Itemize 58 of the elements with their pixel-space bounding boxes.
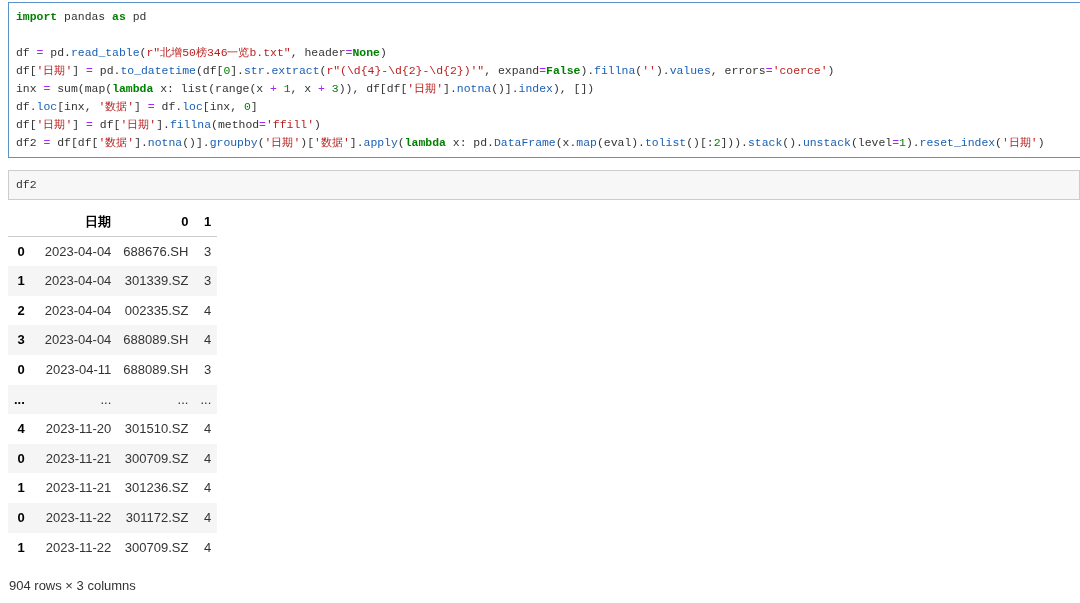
row-index: ...	[8, 384, 35, 415]
table-cell: 4	[194, 443, 218, 474]
column-header: 0	[117, 207, 195, 237]
code-line: inx = sum(map(lambda x: list(range(x + 1, x + 3)), df[df['日期'].notna()].index), [])	[16, 81, 595, 97]
table-cell: 4	[194, 473, 218, 503]
table-cell: ...	[34, 384, 118, 415]
row-index: 0	[8, 502, 35, 533]
table-cell: 4	[194, 502, 218, 533]
table-cell: ...	[117, 384, 195, 415]
code-line: df.loc[inx, '数据'] = df.loc[inx, 0]	[16, 99, 258, 115]
code-line: import pandas as pd	[16, 9, 147, 25]
row-index: 1	[8, 473, 35, 503]
table-cell: 2023-04-04	[34, 236, 118, 267]
table-cell: 301236.SZ	[117, 473, 195, 503]
code-line: df = pd.read_table(r"北增50榜346一览b.txt", header=None)	[16, 45, 387, 61]
table-cell: 300709.SZ	[117, 532, 195, 563]
table-cell: 4	[194, 325, 218, 355]
table-cell: 2023-11-20	[34, 414, 118, 444]
code-line: df['日期'] = pd.to_datetime(df[0].str.extract(r"(\d{4}-\d{2}-\d{2})'", expand=False).fillna('').values, errors='coerce')	[16, 63, 835, 79]
table-cell: 2023-11-22	[34, 502, 118, 533]
table-cell: 688089.SH	[117, 354, 195, 385]
table-shape-text: 904 rows × 3 columns	[9, 577, 137, 596]
row-index: 0	[8, 443, 35, 474]
code-cell[interactable]: df2	[8, 170, 1080, 200]
row-index: 2	[8, 295, 35, 326]
table-cell: 301510.SZ	[117, 414, 195, 444]
code-line: df['日期'] = df['日期'].fillna(method='ffill')	[16, 117, 321, 133]
table-cell: 2023-11-22	[34, 532, 118, 563]
table-cell: 2023-04-11	[34, 354, 118, 385]
table-cell: 301172.SZ	[117, 502, 195, 533]
row-index: 3	[8, 325, 35, 355]
table-cell: 3	[194, 266, 218, 296]
table-cell: 688676.SH	[117, 236, 195, 267]
table-cell: 300709.SZ	[117, 443, 195, 474]
table-cell: 2023-11-21	[34, 473, 118, 503]
table-cell: 4	[194, 532, 218, 563]
table-cell: 688089.SH	[117, 325, 195, 355]
code-cell[interactable]	[8, 2, 1080, 158]
row-index: 1	[8, 266, 35, 296]
code-line: df2 = df[df['数据'].notna()].groupby('日期')['数据'].apply(lambda x: pd.DataFrame(x.map(eval).tolist()[:2])).stack().unstack(level=1).reset_index('日期')	[16, 135, 1045, 151]
row-index: 1	[8, 532, 35, 563]
row-index: 0	[8, 354, 35, 385]
table-cell: ...	[194, 384, 218, 415]
table-cell: 2023-04-04	[34, 266, 118, 296]
table-cell: 2023-04-04	[34, 295, 118, 326]
table-cell: 3	[194, 354, 218, 385]
table-cell: 002335.SZ	[117, 295, 195, 326]
table-cell: 4	[194, 295, 218, 326]
row-index: 4	[8, 414, 35, 444]
table-cell: 2023-11-21	[34, 443, 118, 474]
column-header: 1	[194, 207, 218, 237]
column-header: 日期	[34, 207, 118, 237]
row-index: 0	[8, 236, 35, 267]
table-cell: 301339.SZ	[117, 266, 195, 296]
table-cell: 2023-04-04	[34, 325, 118, 355]
code-line: df2	[16, 178, 37, 191]
table-cell: 4	[194, 414, 218, 444]
table-cell: 3	[194, 236, 218, 267]
